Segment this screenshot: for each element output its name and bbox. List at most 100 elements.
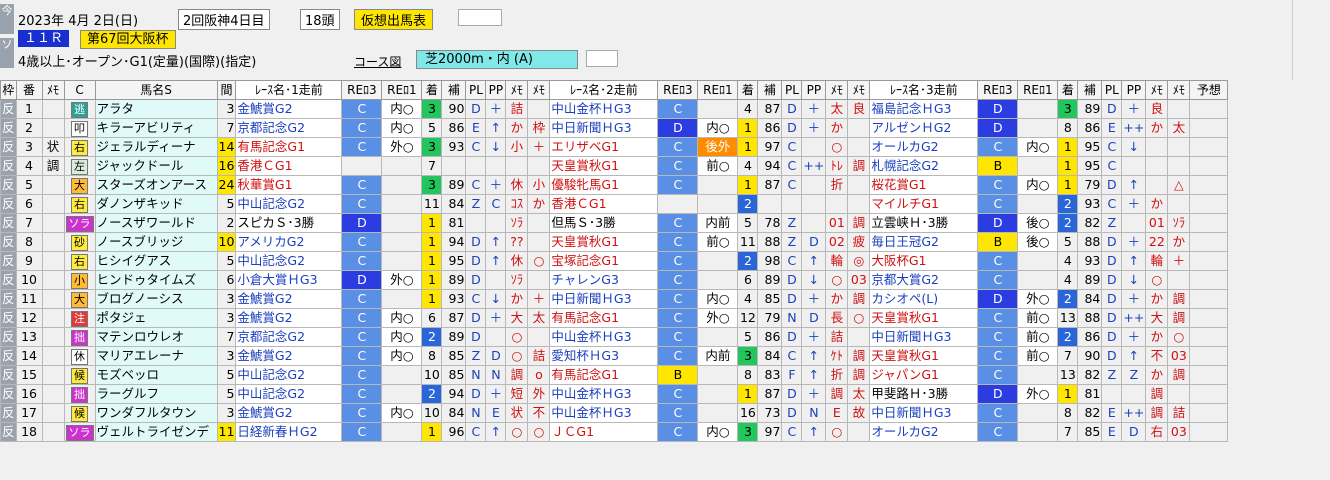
column-header[interactable]: ﾒﾓ [1145, 80, 1169, 100]
column-header[interactable]: 枠 [0, 80, 17, 100]
r1-race-name[interactable]: 日経新春ＨG2 [235, 422, 343, 442]
column-header[interactable]: 補 [441, 80, 467, 100]
horse-name[interactable]: ノースブリッジ [94, 232, 218, 252]
r3-race-name[interactable]: 京都大賞G2 [869, 270, 979, 290]
r3-race-name[interactable]: 中日新聞ＨG3 [869, 403, 979, 423]
r3-race-name[interactable]: 札幌記念G2 [869, 156, 979, 176]
r2-race-name[interactable]: チャレンG3 [549, 270, 659, 290]
horse-name[interactable]: ジャックドール [94, 156, 218, 176]
r3-race-name[interactable]: 中日新聞ＨG3 [869, 327, 979, 347]
column-header[interactable]: ﾚｰｽ名･3走前 [869, 80, 979, 100]
r3-race-name[interactable]: ジャパンG1 [869, 365, 979, 385]
column-header[interactable]: REﾛ1 [1017, 80, 1059, 100]
column-header[interactable]: ﾒﾓ [847, 80, 871, 100]
memo-cell[interactable] [41, 213, 65, 233]
r2-race-name[interactable]: 天皇賞秋G1 [549, 232, 659, 252]
memo-cell[interactable] [41, 365, 65, 385]
table-row[interactable]: 反 3 状右ジェラルディーナ 14 有馬記念G1 C 外○ 3 93 C ↓ 小＋エリザベG1 C 後外 1… [0, 137, 1229, 157]
r2-race-name[interactable]: 中山金杯ＨG3 [549, 99, 659, 119]
horse-name[interactable]: ワンダフルタウン [94, 403, 218, 423]
memo-cell[interactable] [41, 403, 65, 423]
memo-cell[interactable] [41, 346, 65, 366]
r3-race-name[interactable]: 大阪杯G1 [869, 251, 979, 271]
memo-cell[interactable] [41, 175, 65, 195]
r3-race-name[interactable]: オールカG2 [869, 137, 979, 157]
memo-cell[interactable] [41, 118, 65, 138]
table-row[interactable]: 反 10 小ヒンドゥタイムズ 6 小倉大賞ＨG3 D 外○ 1 89 D ｿﾗ チャレンG3 C 6 89 D… [0, 270, 1229, 290]
table-row[interactable]: 反 17 候ワンダフルタウン 3 金鯱賞G2 C 内○ 10 84 N E 状不中山金杯ＨG3 C 16 7… [0, 403, 1229, 423]
column-header[interactable]: REﾛ1 [697, 80, 739, 100]
memo-cell[interactable] [41, 327, 65, 347]
horse-name[interactable]: ポタジェ [94, 308, 218, 328]
prediction-cell[interactable] [1189, 327, 1229, 347]
prediction-cell[interactable] [1189, 346, 1229, 366]
r3-race-name[interactable]: アルゼンＨG2 [869, 118, 979, 138]
column-header[interactable]: REﾛ1 [381, 80, 423, 100]
horse-name[interactable]: ヒシイグアス [94, 251, 218, 271]
r3-race-name[interactable]: 桜花賞G1 [869, 175, 979, 195]
column-header[interactable]: ﾚｰｽ名･2走前 [549, 80, 659, 100]
meeting-field[interactable]: 2回阪神4日目 [178, 9, 270, 30]
memo-cell[interactable] [41, 232, 65, 252]
horse-name[interactable]: ブログノーシス [94, 289, 218, 309]
r1-race-name[interactable]: 金鯱賞G2 [235, 403, 343, 423]
prediction-cell[interactable] [1189, 270, 1229, 290]
column-header[interactable]: PP [485, 80, 507, 100]
column-header[interactable]: 馬名S [94, 80, 218, 100]
table-row[interactable]: 反 12 注ポタジェ 3 金鯱賞G2 C 内○ 6 87 D ＋大太有馬記念G1 C 外○ 12 79 N D 長… [0, 308, 1229, 328]
column-header[interactable]: ﾒﾓ [41, 80, 65, 100]
r2-race-name[interactable]: 中山金杯ＨG3 [549, 384, 659, 404]
r1-race-name[interactable]: 中山記念G2 [235, 194, 343, 214]
r2-race-name[interactable]: 愛知杯ＨG3 [549, 346, 659, 366]
r1-race-name[interactable]: 秋華賞G1 [235, 175, 343, 195]
table-row[interactable]: 反 8 砂ノースブリッジ 10 アメリカG2 C 1 94 D ↑?? 天皇賞秋G1 C 前○ 11 88 Z… [0, 232, 1229, 252]
mode-input[interactable] [458, 9, 502, 26]
horse-name[interactable]: アラタ [94, 99, 218, 119]
column-header[interactable]: 予想 [1189, 80, 1229, 100]
r1-race-name[interactable]: 有馬記念G1 [235, 137, 343, 157]
r3-race-name[interactable]: 立雲峡Ｈ･3勝 [869, 213, 979, 233]
table-row[interactable]: 反 14 休マリアエレーナ 3 金鯱賞G2 C 内○ 8 85 Z D ○ 詰愛知杯ＨG3 C 内前 3 84 C… [0, 346, 1229, 366]
column-header[interactable]: ﾒﾓ [527, 80, 551, 100]
horse-name[interactable]: モズベッロ [94, 365, 218, 385]
course-input[interactable] [586, 50, 618, 67]
r3-race-name[interactable]: 天皇賞秋G1 [869, 346, 979, 366]
r1-race-name[interactable]: 小倉大賞ＨG3 [235, 270, 343, 290]
r3-race-name[interactable]: カシオペ(L) [869, 289, 979, 309]
r1-race-name[interactable]: 金鯱賞G2 [235, 289, 343, 309]
column-header[interactable]: PP [1121, 80, 1147, 100]
column-header[interactable]: 着 [421, 80, 443, 100]
r1-race-name[interactable]: 金鯱賞G2 [235, 99, 343, 119]
prediction-cell[interactable] [1189, 365, 1229, 385]
table-row[interactable]: 反 1 逃アラタ 3 金鯱賞G2 C 内○ 3 90 D ＋詰中山金杯ＨG3 C 4 87 D ＋太良福島記念… [0, 99, 1229, 119]
r1-race-name[interactable]: アメリカG2 [235, 232, 343, 252]
r2-race-name[interactable]: エリザベG1 [549, 137, 659, 157]
horse-name[interactable]: ジェラルディーナ [94, 137, 218, 157]
prediction-cell[interactable] [1189, 251, 1229, 271]
prediction-cell[interactable] [1189, 118, 1229, 138]
memo-cell[interactable] [41, 99, 65, 119]
horse-name[interactable]: マリアエレーナ [94, 346, 218, 366]
memo-cell[interactable] [41, 422, 65, 442]
column-header[interactable]: REﾛ3 [657, 80, 699, 100]
r1-race-name[interactable]: 金鯱賞G2 [235, 346, 343, 366]
r1-race-name[interactable]: スピカＳ･3勝 [235, 213, 343, 233]
r2-race-name[interactable]: 中山金杯ＨG3 [549, 403, 659, 423]
column-header[interactable]: 着 [737, 80, 759, 100]
prediction-cell[interactable] [1189, 137, 1229, 157]
r2-race-name[interactable]: 有馬記念G1 [549, 308, 659, 328]
column-header[interactable]: C [63, 80, 96, 100]
side-tab-top[interactable]: 今 [0, 4, 14, 34]
horse-name[interactable]: ノースザワールド [94, 213, 218, 233]
prediction-cell[interactable] [1189, 175, 1229, 195]
memo-cell[interactable] [41, 289, 65, 309]
horse-name[interactable]: スターズオンアース [94, 175, 218, 195]
r3-race-name[interactable]: 天皇賞秋G1 [869, 308, 979, 328]
r3-race-name[interactable]: マイルチG1 [869, 194, 979, 214]
prediction-cell[interactable] [1189, 384, 1229, 404]
column-header[interactable]: PL [781, 80, 803, 100]
column-header[interactable]: PL [1101, 80, 1123, 100]
horse-name[interactable]: ラーグルフ [94, 384, 218, 404]
prediction-cell[interactable] [1189, 289, 1229, 309]
table-row[interactable]: 反 15 候モズベッロ 5 中山記念G2 C 10 85 N N 調 o 有馬記念G1 B 8 83 F ↑ 折調ジ… [0, 365, 1229, 385]
